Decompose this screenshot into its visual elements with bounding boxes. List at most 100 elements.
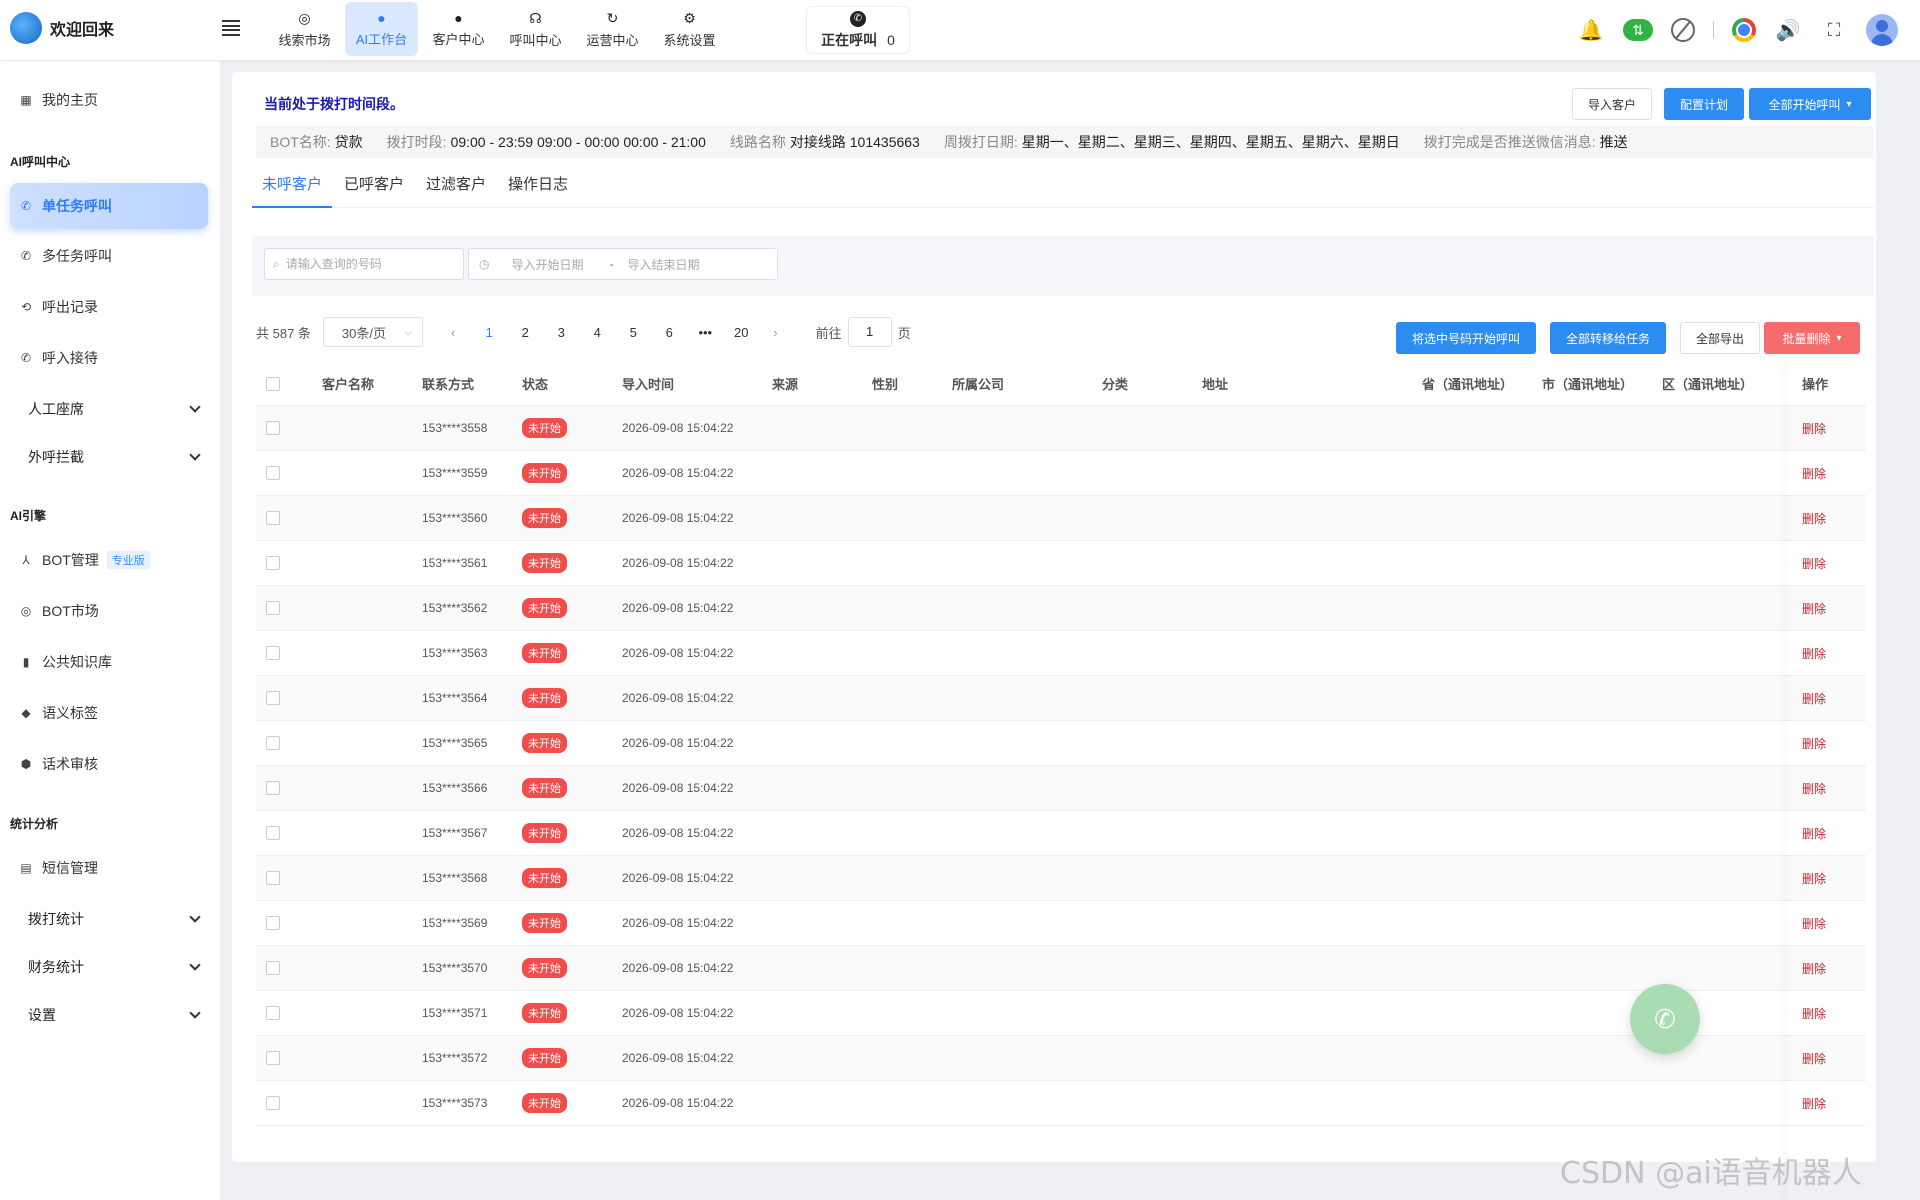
- ban-icon[interactable]: [1671, 18, 1695, 42]
- nav-tab-operations[interactable]: ↻ 运营中心: [576, 2, 649, 56]
- tab-called[interactable]: 已呼客户: [334, 170, 414, 208]
- sidebar-item-multi-task[interactable]: ✆ 多任务呼叫: [10, 233, 208, 279]
- sidebar-item-bot-manage[interactable]: ⅄ BOT管理 专业版: [10, 537, 208, 583]
- tab-filtered[interactable]: 过滤客户: [416, 170, 496, 208]
- delete-link[interactable]: 删除: [1802, 870, 1826, 887]
- sidebar-group-finance-stats[interactable]: 财务统计: [28, 957, 203, 977]
- floating-call-button[interactable]: ✆: [1630, 984, 1700, 1054]
- sidebar-item-inbound[interactable]: ✆ 呼入接待: [10, 335, 208, 381]
- delete-link[interactable]: 删除: [1802, 600, 1826, 617]
- row-checkbox[interactable]: [266, 691, 280, 705]
- delete-link[interactable]: 删除: [1802, 465, 1826, 482]
- delete-link[interactable]: 删除: [1802, 420, 1826, 437]
- row-checkbox[interactable]: [266, 736, 280, 750]
- export-all-button[interactable]: 全部导出: [1680, 322, 1760, 354]
- transfer-all-button[interactable]: 全部转移给任务: [1550, 322, 1666, 354]
- hamburger-menu-icon[interactable]: [222, 20, 240, 36]
- delete-link[interactable]: 删除: [1802, 735, 1826, 752]
- delete-link[interactable]: 删除: [1802, 1050, 1826, 1067]
- sidebar-item-call-records[interactable]: ⟲ 呼出记录: [10, 284, 208, 330]
- delete-link[interactable]: 删除: [1802, 690, 1826, 707]
- cell-import-time: 2026-09-08 15:04:22: [622, 601, 734, 615]
- sidebar-group-outbound-block[interactable]: 外呼拦截: [28, 447, 203, 467]
- start-all-calls-button[interactable]: 全部开始呼叫 ▾: [1749, 88, 1871, 120]
- goto-label: 前往: [815, 325, 842, 341]
- goto-page-input[interactable]: 1: [847, 317, 892, 347]
- page-more[interactable]: •••: [687, 325, 723, 340]
- next-page-icon[interactable]: ›: [773, 325, 777, 340]
- col-header-actions: 操作: [1802, 377, 1829, 392]
- row-checkbox[interactable]: [266, 421, 280, 435]
- nav-tab-settings[interactable]: ⚙ 系统设置: [653, 2, 726, 56]
- delete-link[interactable]: 删除: [1802, 1005, 1826, 1022]
- page-5[interactable]: 5: [615, 325, 651, 340]
- delete-link[interactable]: 删除: [1802, 915, 1826, 932]
- delete-link[interactable]: 删除: [1802, 960, 1826, 977]
- delete-link[interactable]: 删除: [1802, 510, 1826, 527]
- delete-link[interactable]: 删除: [1802, 555, 1826, 572]
- cloud-upload-icon[interactable]: ⇅: [1623, 19, 1653, 41]
- sidebar-item-sms[interactable]: ▤ 短信管理: [10, 845, 208, 891]
- row-checkbox[interactable]: [266, 466, 280, 480]
- call-selected-button[interactable]: 将选中号码开始呼叫: [1396, 322, 1536, 354]
- page-1[interactable]: 1: [471, 325, 507, 340]
- bell-muted-icon[interactable]: 🔔: [1577, 16, 1605, 44]
- page-size-select[interactable]: 30条/页 ⌵: [322, 317, 423, 347]
- import-customers-button[interactable]: 导入客户: [1572, 88, 1652, 120]
- row-checkbox[interactable]: [266, 871, 280, 885]
- delete-link[interactable]: 删除: [1802, 1095, 1826, 1112]
- row-checkbox[interactable]: [266, 916, 280, 930]
- row-checkbox[interactable]: [266, 601, 280, 615]
- chrome-icon[interactable]: [1732, 18, 1756, 42]
- select-all-checkbox[interactable]: [266, 376, 280, 391]
- page-4[interactable]: 4: [579, 325, 615, 340]
- nav-tab-ai-workbench[interactable]: ● AI工作台: [345, 2, 418, 56]
- row-checkbox[interactable]: [266, 556, 280, 570]
- nav-tab-call-center[interactable]: ☊ 呼叫中心: [499, 2, 572, 56]
- page-2[interactable]: 2: [507, 325, 543, 340]
- date-start[interactable]: 导入开始日期: [511, 256, 583, 273]
- row-checkbox[interactable]: [266, 961, 280, 975]
- date-range-picker[interactable]: ◷ 导入开始日期 - 导入结束日期: [468, 248, 778, 280]
- sidebar-item-knowledge[interactable]: ▮ 公共知识库: [10, 639, 208, 685]
- sidebar-item-home[interactable]: ▦ 我的主页: [10, 77, 208, 123]
- brand[interactable]: 欢迎回来: [10, 12, 114, 44]
- sidebar-item-semantic-tags[interactable]: ◆ 语义标签: [10, 690, 208, 736]
- volume-icon[interactable]: 🔊: [1774, 16, 1802, 44]
- delete-link[interactable]: 删除: [1802, 780, 1826, 797]
- tab-operation-log[interactable]: 操作日志: [498, 170, 578, 208]
- sidebar-group-agent-seat[interactable]: 人工座席: [28, 399, 203, 419]
- calling-status[interactable]: ✆ 正在呼叫 0: [806, 6, 910, 54]
- sidebar-group-settings[interactable]: 设置: [28, 1005, 203, 1025]
- sidebar-item-script-review[interactable]: ⬢ 话术审核: [10, 741, 208, 787]
- row-checkbox[interactable]: [266, 826, 280, 840]
- wechat-push-label: 拨打完成是否推送微信消息:: [1423, 134, 1596, 150]
- row-checkbox[interactable]: [266, 781, 280, 795]
- config-plan-button[interactable]: 配置计划: [1664, 88, 1744, 120]
- sidebar-group-dial-stats[interactable]: 拨打统计: [28, 909, 203, 929]
- avatar[interactable]: [1866, 14, 1898, 46]
- date-end[interactable]: 导入结束日期: [628, 256, 700, 273]
- nav-tab-customers[interactable]: ● 客户中心: [422, 2, 495, 56]
- tab-uncalled[interactable]: 未呼客户: [252, 170, 333, 208]
- batch-delete-button[interactable]: 批量删除 ▾: [1764, 322, 1860, 354]
- nav-tab-leads[interactable]: ◎ 线索市场: [268, 2, 341, 56]
- sidebar-item-single-task[interactable]: ✆ 单任务呼叫: [10, 183, 208, 229]
- page-6[interactable]: 6: [651, 325, 687, 340]
- sidebar-item-bot-market[interactable]: ◎ BOT市场: [10, 588, 208, 634]
- page-3[interactable]: 3: [543, 325, 579, 340]
- row-checkbox[interactable]: [266, 511, 280, 525]
- sidebar-group-label: 外呼拦截: [28, 449, 84, 465]
- delete-link[interactable]: 删除: [1802, 645, 1826, 662]
- fullscreen-icon[interactable]: ⛶: [1820, 16, 1848, 44]
- prev-page-icon[interactable]: ‹: [451, 325, 455, 340]
- call-period-notice: 当前处于拨打时间段。: [264, 96, 404, 112]
- nav-tab-label: 运营中心: [586, 32, 639, 48]
- page-20[interactable]: 20: [723, 325, 759, 340]
- row-checkbox[interactable]: [266, 1006, 280, 1020]
- row-checkbox[interactable]: [266, 1096, 280, 1110]
- delete-link[interactable]: 删除: [1802, 825, 1826, 842]
- row-checkbox[interactable]: [266, 646, 280, 660]
- search-input[interactable]: [285, 257, 446, 271]
- row-checkbox[interactable]: [266, 1051, 280, 1065]
